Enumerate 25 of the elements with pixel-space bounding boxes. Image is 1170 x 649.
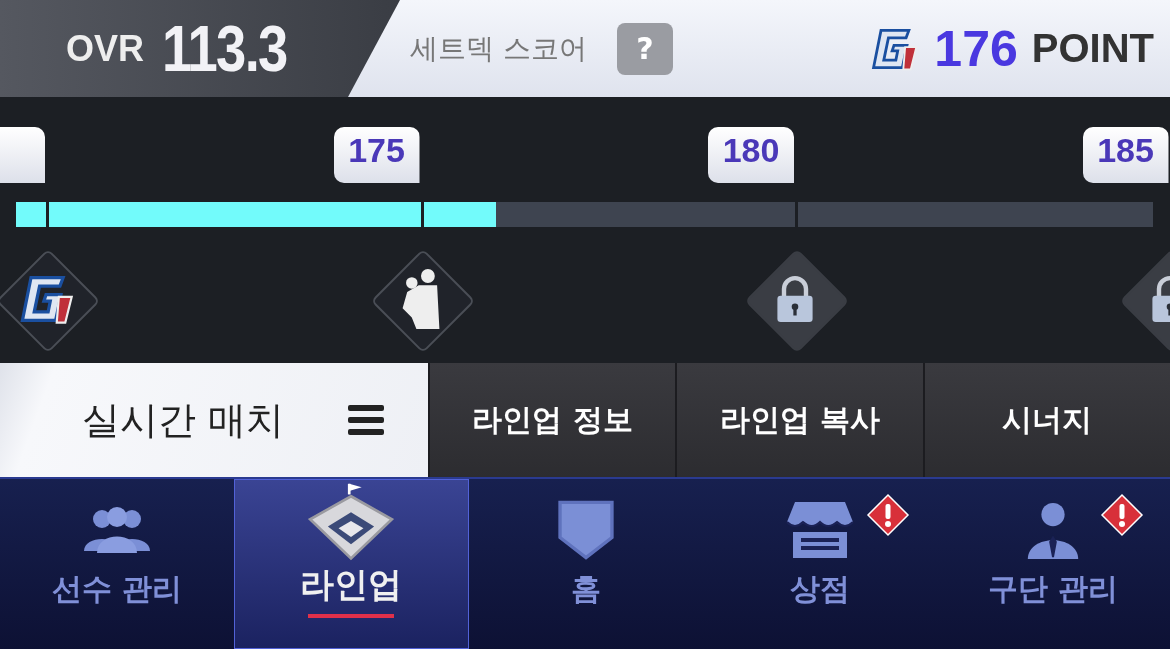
score-label: 세트덱 스코어 [410, 30, 587, 67]
nav-label: 상점 [789, 570, 850, 608]
stadium-icon [306, 482, 397, 562]
ovr-value: 113.3 [162, 11, 287, 86]
menu-icon [348, 405, 385, 435]
nav-label: 라인업 [300, 563, 403, 606]
nav-tab[interactable]: 상점 [702, 479, 937, 649]
shop-icon [784, 499, 855, 561]
nav-tab[interactable]: 구단 관리 [936, 479, 1170, 649]
points-value: 176 [934, 19, 1018, 78]
nav-label: 선수 관리 [51, 570, 182, 608]
milestone-bubble: 185 [1082, 127, 1169, 183]
ovr-label: OVR [66, 27, 144, 70]
nav-tab[interactable]: 홈 [469, 479, 703, 649]
points-unit: POINT [1031, 26, 1154, 71]
nav-tab[interactable]: 선수 관리 [0, 479, 234, 649]
nav-label: 구단 관리 [987, 570, 1119, 608]
menu-button[interactable]: 라인업 복사 [675, 363, 923, 477]
milestone-bubble: 175 [333, 127, 420, 183]
menu-button[interactable]: 라인업 정보 [428, 363, 676, 477]
menu-button[interactable]: 시너지 [922, 363, 1170, 477]
milestone-bubble: 180 [708, 127, 794, 183]
mode-label: 실시간 매치 [82, 396, 285, 444]
nav-label: 홈 [571, 570, 601, 608]
nav-tab[interactable]: 라인업 [233, 479, 470, 649]
